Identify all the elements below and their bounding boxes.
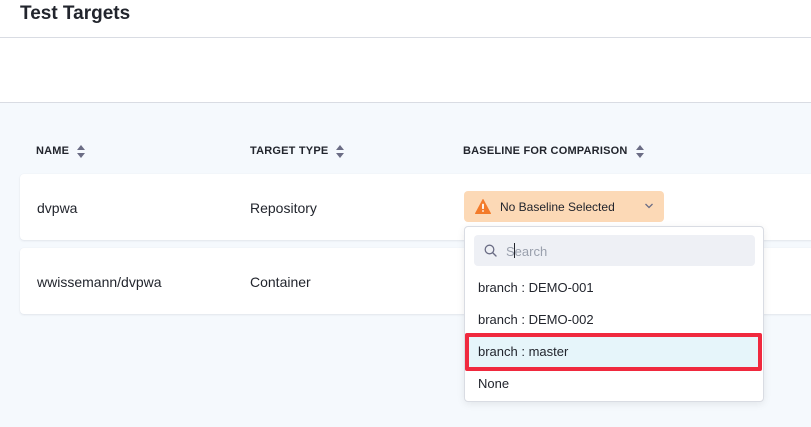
column-header-target-type[interactable]: TARGET TYPE — [250, 143, 345, 159]
search-input[interactable] — [504, 239, 748, 263]
dropdown-option[interactable]: None — [466, 369, 762, 399]
target-type: Repository — [250, 200, 317, 216]
column-header-name[interactable]: NAME — [36, 143, 86, 159]
column-header-label: TARGET TYPE — [250, 145, 329, 157]
target-name: dvpwa — [37, 200, 78, 216]
baseline-dropdown-menu: branch : DEMO-001 branch : DEMO-002 bran… — [464, 226, 764, 402]
dropdown-option-highlighted[interactable]: branch : master — [466, 337, 762, 367]
baseline-select-label: No Baseline Selected — [500, 199, 615, 214]
sort-icon — [77, 144, 86, 158]
text-cursor — [514, 243, 515, 258]
sort-icon — [336, 144, 345, 158]
target-type: Container — [250, 274, 311, 290]
toolbar-area — [0, 38, 811, 103]
target-name: wwissemann/dvpwa — [37, 274, 162, 290]
baseline-select-button[interactable]: No Baseline Selected — [464, 191, 664, 222]
column-header-label: BASELINE FOR COMPARISON — [463, 145, 628, 157]
dropdown-option[interactable]: branch : DEMO-001 — [466, 273, 762, 303]
search-icon — [484, 244, 497, 257]
column-header-label: NAME — [36, 145, 70, 157]
sort-icon — [635, 144, 644, 158]
chevron-down-icon — [645, 203, 653, 209]
page-header: Test Targets — [0, 0, 811, 38]
dropdown-option[interactable]: branch : DEMO-002 — [466, 305, 762, 335]
page-title: Test Targets — [20, 3, 131, 24]
warning-icon — [475, 199, 491, 214]
search-box[interactable] — [474, 235, 755, 266]
column-header-baseline[interactable]: BASELINE FOR COMPARISON — [463, 143, 644, 159]
